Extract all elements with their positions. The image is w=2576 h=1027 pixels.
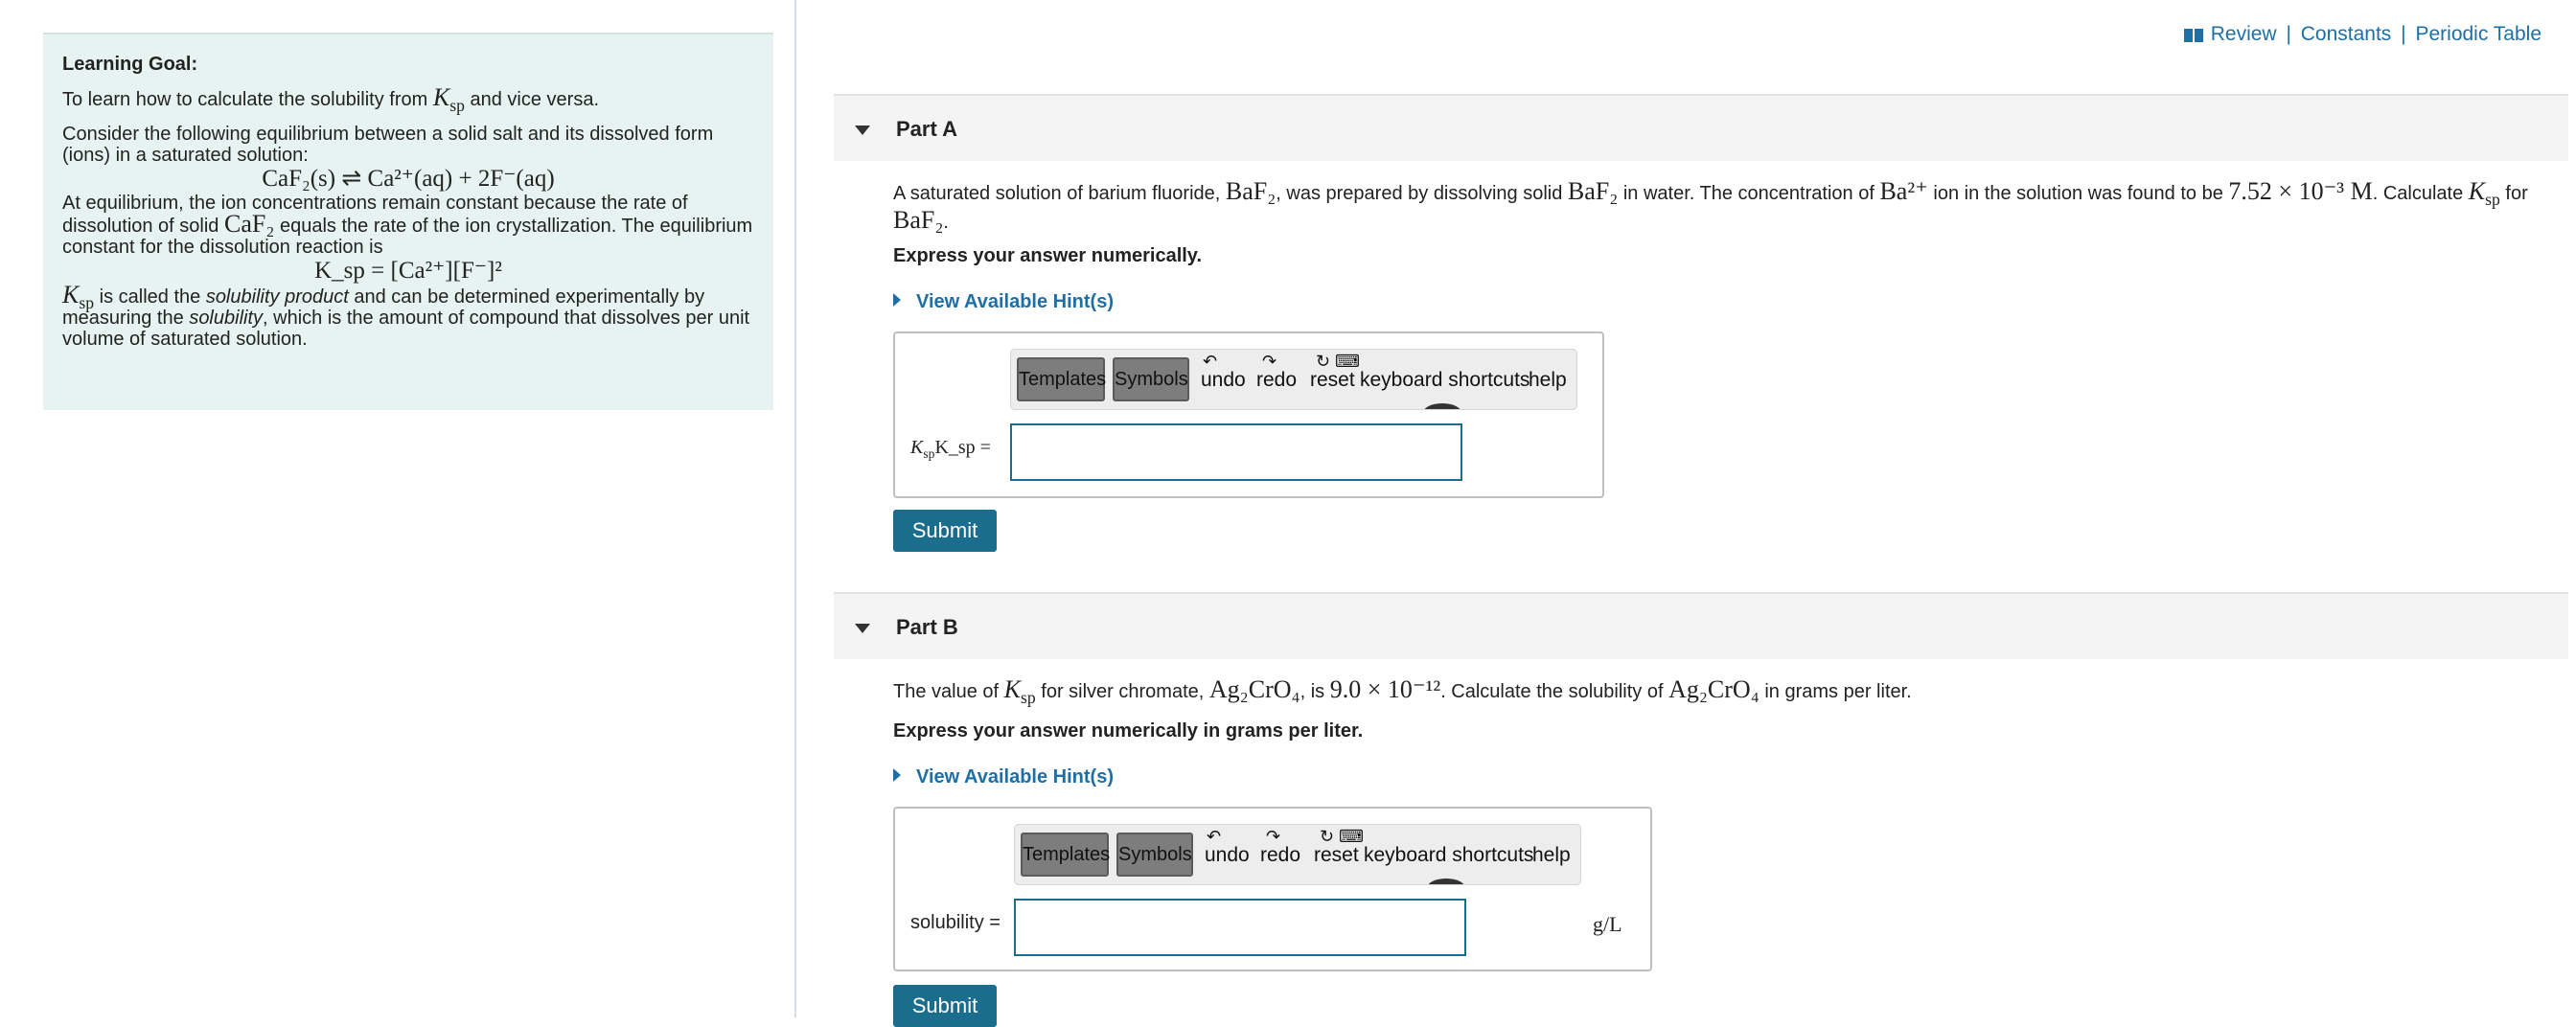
- ksp-definition: Ksp is called the solubility product and…: [62, 283, 754, 351]
- unit-label: g/L: [1593, 912, 1622, 936]
- ksp-value: 9.0 × 10⁻¹²: [1329, 675, 1441, 703]
- caf2-formula: CaF₂: [224, 210, 275, 238]
- concentration-value: 7.52 × 10⁻³ M: [2228, 177, 2373, 205]
- learning-goal-title: Learning Goal:: [62, 54, 198, 75]
- part-a-hint-link[interactable]: View Available Hint(s): [893, 291, 1114, 313]
- goal-suffix: and vice versa.: [470, 89, 600, 110]
- q-text: . Calculate the solubility of: [1440, 681, 1664, 702]
- link-separator: |: [2286, 23, 2291, 45]
- part-a-header[interactable]: Part A: [834, 94, 2568, 161]
- equilibrium-explanation: At equilibrium, the ion concentrations r…: [62, 193, 754, 258]
- baf2-formula: BaF₂: [1567, 177, 1619, 205]
- q-text: .: [943, 212, 949, 233]
- link-separator: |: [2401, 23, 2406, 45]
- part-b-submit-button[interactable]: Submit: [893, 985, 997, 1027]
- baf2-formula: BaF₂: [893, 206, 944, 234]
- ksp-symbol: K: [432, 83, 450, 111]
- part-b-header[interactable]: Part B: [834, 592, 2568, 659]
- q-text: for: [2505, 183, 2528, 204]
- part-a-question: A saturated solution of barium fluoride,…: [893, 178, 2551, 236]
- q-text: for silver chromate,: [1041, 681, 1205, 702]
- part-a-instruction: Express your answer numerically.: [893, 245, 1203, 266]
- panel-divider: [794, 0, 796, 1017]
- part-a-submit-button[interactable]: Submit: [893, 510, 997, 552]
- q-text: in grams per liter.: [1764, 681, 1912, 702]
- ksp-subscript: sp: [1020, 688, 1036, 708]
- hint-label: View Available Hint(s): [916, 766, 1114, 787]
- review-link[interactable]: Review: [2211, 23, 2277, 45]
- part-a-answer-box: Templates Symbols ↶ undo ↷ redo ↻ reset …: [893, 331, 1604, 498]
- symbols-button[interactable]: Symbols: [1113, 357, 1189, 401]
- equilibrium-equation: CaF₂(s) ⇌ Ca²⁺(aq) + 2F⁻(aq): [262, 166, 555, 192]
- symbols-button[interactable]: Symbols: [1116, 833, 1193, 877]
- part-a-title: Part A: [896, 117, 957, 141]
- toolbar-dot: [1427, 879, 1465, 884]
- ksp-symbol: K: [1003, 675, 1021, 703]
- goal-prefix: To learn how to calculate the solubility…: [62, 89, 428, 110]
- redo-button[interactable]: redo: [1256, 369, 1297, 392]
- solubility-term: solubility: [189, 308, 264, 329]
- ba-ion-formula: Ba²⁺: [1879, 177, 1928, 205]
- book-icon: [2183, 25, 2203, 48]
- ksp-symbol-2: K: [62, 281, 80, 308]
- math-toolbar: Templates Symbols ↶ undo ↷ redo ↻ reset …: [1014, 824, 1581, 885]
- templates-button[interactable]: Templates: [1017, 357, 1106, 401]
- q-text: , is: [1300, 681, 1325, 702]
- reset-button[interactable]: reset: [1310, 369, 1355, 392]
- ksp-answer-label: KspK_sp =: [910, 437, 991, 461]
- help-button[interactable]: help: [1529, 369, 1567, 392]
- undo-button[interactable]: undo: [1205, 844, 1250, 867]
- baf2-formula: BaF₂: [1225, 177, 1276, 205]
- expand-triangle-icon: [893, 293, 901, 307]
- reset-button[interactable]: reset: [1314, 844, 1359, 867]
- solubility-product-term: solubility product: [205, 286, 349, 308]
- ksp-symbol: K: [910, 437, 924, 458]
- ksp-label-text: K_sp =: [934, 437, 991, 458]
- keyboard-shortcuts-button[interactable]: keyboard shortcuts: [1360, 369, 1530, 392]
- q-text: The value of: [893, 681, 1000, 702]
- part-b-question: The value of Ksp for silver chromate, Ag…: [893, 675, 1912, 708]
- undo-button[interactable]: undo: [1201, 369, 1246, 392]
- q-text: , was prepared by dissolving solid: [1276, 183, 1563, 204]
- part-b-title: Part B: [896, 615, 958, 639]
- keyboard-icon: ⌨: [1335, 352, 1360, 371]
- part-b-instruction: Express your answer numerically in grams…: [893, 720, 1364, 742]
- periodic-table-link[interactable]: Periodic Table: [2415, 23, 2542, 45]
- q-text: in water. The concentration of: [1622, 183, 1874, 204]
- templates-button[interactable]: Templates: [1021, 833, 1110, 877]
- solubility-label: solubility =: [910, 912, 1000, 933]
- ksp-text-1: is called the: [99, 286, 201, 308]
- silver-chromate-formula: Ag₂CrO₄: [1208, 675, 1300, 703]
- silver-chromate-formula: Ag₂CrO₄: [1668, 675, 1760, 703]
- collapse-caret-icon[interactable]: [855, 126, 870, 135]
- q-text: . Calculate: [2372, 183, 2464, 204]
- ksp-expression: K_sp = [Ca²⁺][F⁻]²: [314, 258, 502, 284]
- learning-goal-panel: Learning Goal: To learn how to calculate…: [43, 33, 773, 410]
- ksp-subscript: sp: [923, 446, 935, 461]
- consider-text: Consider the following equilibrium betwe…: [62, 124, 714, 166]
- resource-links: Review | Constants | Periodic Table: [2183, 23, 2542, 48]
- q-text: ion in the solution was found to be: [1933, 183, 2223, 204]
- ksp-subscript: sp: [2485, 190, 2500, 210]
- q-text: A saturated solution of barium fluoride,: [893, 183, 1221, 204]
- keyboard-shortcuts-button[interactable]: keyboard shortcuts: [1364, 844, 1533, 867]
- expand-triangle-icon: [893, 768, 901, 782]
- help-button[interactable]: help: [1532, 844, 1571, 867]
- solubility-answer-input[interactable]: [1014, 899, 1466, 956]
- part-b-hint-link[interactable]: View Available Hint(s): [893, 766, 1114, 788]
- toolbar-dot: [1423, 403, 1461, 409]
- learning-goal-text: To learn how to calculate the solubility…: [62, 85, 754, 115]
- part-b-answer-box: Templates Symbols ↶ undo ↷ redo ↻ reset …: [893, 807, 1652, 971]
- ksp-answer-input[interactable]: [1010, 423, 1462, 481]
- hint-label: View Available Hint(s): [916, 291, 1114, 312]
- redo-button[interactable]: redo: [1260, 844, 1300, 867]
- keyboard-icon: ⌨: [1339, 827, 1364, 846]
- ksp-symbol: K: [2468, 177, 2486, 205]
- math-toolbar: Templates Symbols ↶ undo ↷ redo ↻ reset …: [1010, 349, 1577, 410]
- collapse-caret-icon[interactable]: [855, 624, 870, 633]
- ksp-subscript: sp: [449, 96, 465, 116]
- constants-link[interactable]: Constants: [2301, 23, 2392, 45]
